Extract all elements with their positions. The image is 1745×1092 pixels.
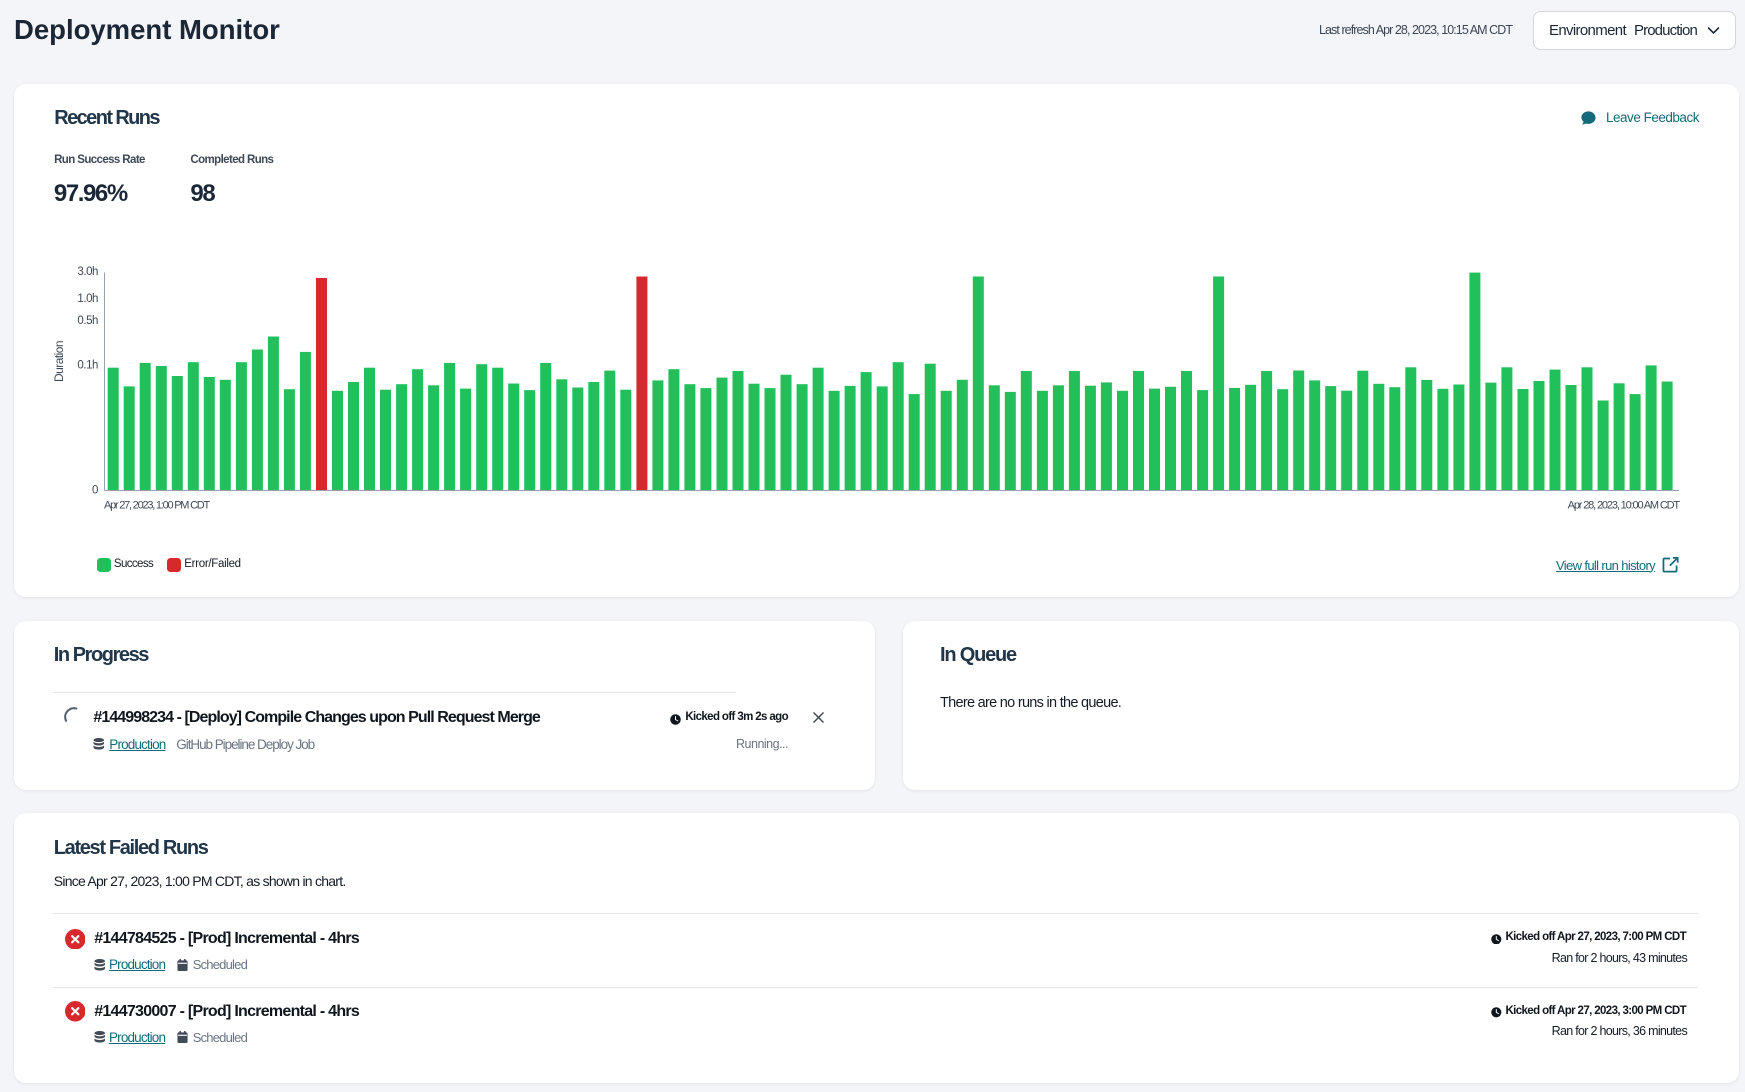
svg-text:0: 0 [92,485,98,497]
svg-text:Duration: Duration [52,341,66,382]
svg-text:Apr 28, 2023, 10:00 AM CDT: Apr 28, 2023, 10:00 AM CDT [1568,500,1681,512]
svg-text:0.5h: 0.5h [77,315,98,327]
svg-text:0.1h: 0.1h [77,360,98,372]
svg-text:1.0h: 1.0h [77,293,98,305]
svg-text:3.0h: 3.0h [77,266,98,278]
svg-text:Apr 27, 2023, 1:00 PM CDT: Apr 27, 2023, 1:00 PM CDT [104,500,210,512]
